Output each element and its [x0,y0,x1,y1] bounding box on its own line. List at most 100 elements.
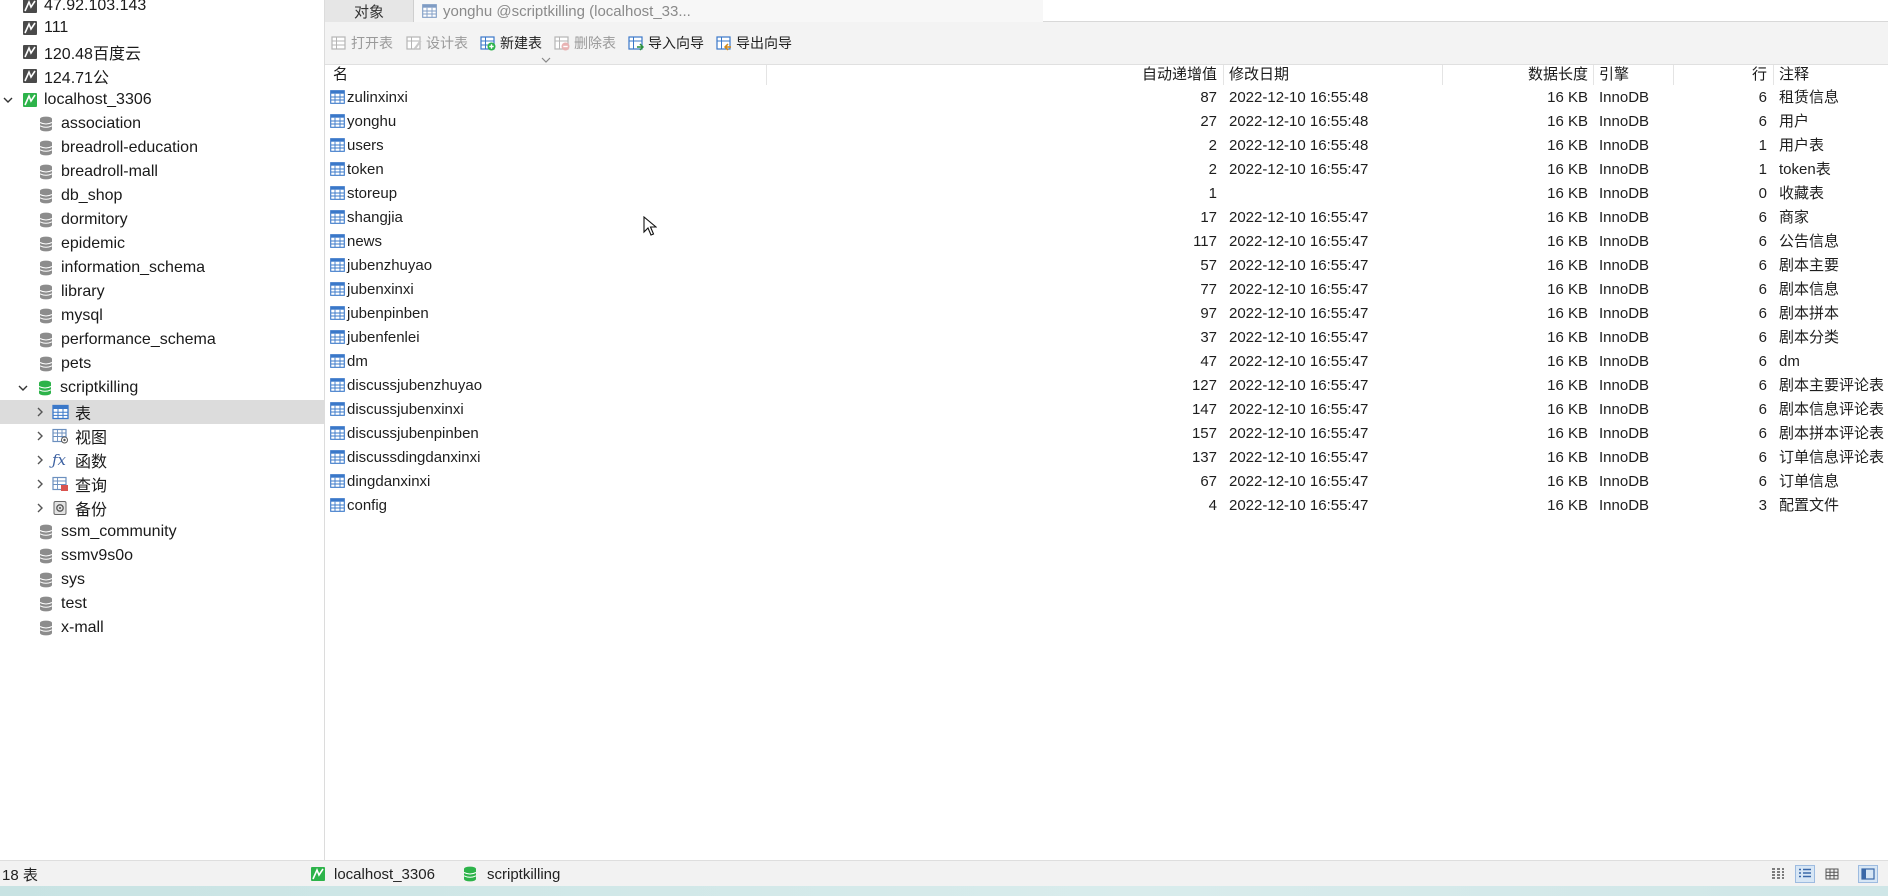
cell-data-length: 16 KB [1547,281,1588,298]
database-icon [39,140,53,156]
export-wizard-button[interactable]: 导出向导 [716,33,792,53]
chevron-right-icon[interactable] [34,478,46,490]
column-divider[interactable] [1442,65,1443,85]
tree-database[interactable]: ssmv9s0o [0,544,324,568]
tree-database[interactable]: db_shop [0,184,324,208]
table-row[interactable]: dm 47 2022-12-10 16:55:47 16 KB InnoDB 6 dm [325,350,1888,374]
table-row[interactable]: jubenfenlei 37 2022-12-10 16:55:47 16 KB Inn… [325,326,1888,350]
tab-objects[interactable]: 对象 [325,0,413,22]
chevron-right-icon[interactable] [34,406,46,418]
chevron-right-icon[interactable] [34,502,46,514]
column-header-name[interactable]: 名 [333,65,348,85]
column-divider[interactable] [1223,65,1224,85]
table-icon [330,498,345,512]
tree-database[interactable]: test [0,592,324,616]
tree-database[interactable]: dormitory [0,208,324,232]
tree-database[interactable]: mysql [0,304,324,328]
table-row[interactable]: discussjubenpinben 157 2022-12-10 16:55:47… [325,422,1888,446]
cell-rows: 6 [1758,89,1767,106]
column-header-modified[interactable]: 修改日期 [1229,65,1289,85]
chevron-down-icon[interactable] [17,382,29,394]
toggle-info-panel-button[interactable] [1858,865,1878,883]
cell-comment: 剧本信息评论表 [1779,401,1885,418]
connection-tree[interactable]: 47.92.103.143 111 120.48百度云 124.71公 loca… [0,0,325,860]
column-header-engine[interactable]: 引擎 [1599,65,1629,85]
table-row[interactable]: dingdanxinxi 67 2022-12-10 16:55:47 16 KB In… [325,470,1888,494]
table-row[interactable]: users 2 2022-12-10 16:55:48 16 KB InnoDB 1 用户表 [325,134,1888,158]
column-header-comment[interactable]: 注释 [1779,65,1809,85]
detail-view-button[interactable] [1795,865,1815,883]
column-divider[interactable] [1673,65,1674,85]
cell-rows: 6 [1758,329,1767,346]
column-header-auto-increment[interactable]: 自动递增值 [775,65,1217,85]
tree-database[interactable]: ssm_community [0,520,324,544]
tree-database[interactable]: breadroll-education [0,136,324,160]
delete-table-button[interactable]: 删除表 [554,33,616,53]
tree-connection-localhost[interactable]: localhost_3306 [0,88,324,112]
cell-modified: 2022-12-10 16:55:47 [1229,401,1369,418]
tree-connection[interactable]: 120.48百度云 [0,40,324,64]
cell-rows: 6 [1758,449,1767,466]
tree-database[interactable]: epidemic [0,232,324,256]
table-row[interactable]: yonghu 27 2022-12-10 16:55:48 16 KB InnoDB 6 用… [325,110,1888,134]
tree-database[interactable]: sys [0,568,324,592]
column-divider[interactable] [1773,65,1774,85]
table-row[interactable]: config 4 2022-12-10 16:55:47 16 KB InnoDB 3 配置… [325,494,1888,518]
table-row[interactable]: storeup 1 16 KB InnoDB 0 收藏表 [325,182,1888,206]
table-row[interactable]: jubenpinben 97 2022-12-10 16:55:47 16 KB Inn… [325,302,1888,326]
tree-database[interactable]: information_schema [0,256,324,280]
tree-database[interactable]: performance_schema [0,328,324,352]
column-divider[interactable] [1593,65,1594,85]
new-table-button[interactable]: 新建表 [480,33,542,53]
tree-connection[interactable]: 111 [0,16,324,40]
table-row[interactable]: jubenzhuyao 57 2022-12-10 16:55:47 16 KB Inn… [325,254,1888,278]
table-name: jubenxinxi [347,281,414,298]
chevron-right-icon[interactable] [34,454,46,466]
column-header-rows[interactable]: 行 [1675,65,1767,85]
table-row[interactable]: discussjubenxinxi 147 2022-12-10 16:55:47 1… [325,398,1888,422]
table-icon [330,258,345,272]
cell-engine: InnoDB [1599,281,1650,298]
database-icon [39,548,53,564]
cell-auto-increment: 87 [1200,89,1217,106]
tree-group-queries[interactable]: 查询 [0,472,324,496]
tree-group-views[interactable]: 视图 [0,424,324,448]
table-row[interactable]: zulinxinxi 87 2022-12-10 16:55:48 16 KB Inno… [325,86,1888,110]
column-divider[interactable] [766,65,767,85]
table-row[interactable]: token 2 2022-12-10 16:55:47 16 KB InnoDB 1 tok… [325,158,1888,182]
cell-comment: 剧本拼本评论表 [1779,425,1885,442]
table-row[interactable]: jubenxinxi 77 2022-12-10 16:55:47 16 KB Inno… [325,278,1888,302]
cell-modified: 2022-12-10 16:55:47 [1229,425,1369,442]
tree-group-backups[interactable]: 备份 [0,496,324,520]
er-diagram-view-button[interactable] [1822,865,1842,883]
list-view-button[interactable] [1768,865,1788,883]
cell-engine: InnoDB [1599,89,1650,106]
open-table-button[interactable]: 打开表 [331,33,393,53]
export-wizard-icon [716,36,731,51]
tree-database[interactable]: pets [0,352,324,376]
tree-group-functions[interactable]: ƒx 函数 [0,448,324,472]
design-table-button[interactable]: 设计表 [406,33,468,53]
import-wizard-button[interactable]: 导入向导 [628,33,704,53]
column-header-data-length[interactable]: 数据长度 [1445,65,1588,85]
table-row[interactable]: discussjubenzhuyao 127 2022-12-10 16:55:47… [325,374,1888,398]
tables-grid[interactable]: 名 自动递增值 修改日期 数据长度 引擎 行 注释 zulinxinxi 87 20… [325,65,1888,860]
cell-auto-increment: 97 [1200,305,1217,322]
table-row[interactable]: shangjia 17 2022-12-10 16:55:47 16 KB InnoDB… [325,206,1888,230]
table-row[interactable]: news 117 2022-12-10 16:55:47 16 KB InnoDB 6 公告… [325,230,1888,254]
cell-data-length: 16 KB [1547,425,1588,442]
tree-database[interactable]: library [0,280,324,304]
tree-connection[interactable]: 124.71公 [0,64,324,88]
chevron-down-icon[interactable] [2,94,14,106]
tab-yonghu-document[interactable]: yonghu @scriptkilling (localhost_33... [413,0,1043,22]
tree-database[interactable]: x-mall [0,616,324,640]
tree-database-scriptkilling[interactable]: scriptkilling [0,376,324,400]
tree-database[interactable]: breadroll-mall [0,160,324,184]
tree-database[interactable]: association [0,112,324,136]
table-row[interactable]: discussdingdanxinxi 137 2022-12-10 16:55:4… [325,446,1888,470]
cell-modified: 2022-12-10 16:55:47 [1229,353,1369,370]
chevron-right-icon[interactable] [34,430,46,442]
cell-name: discussjubenxinxi [330,398,464,422]
cell-data-length: 16 KB [1547,233,1588,250]
tree-group-tables[interactable]: 表 [0,400,324,424]
